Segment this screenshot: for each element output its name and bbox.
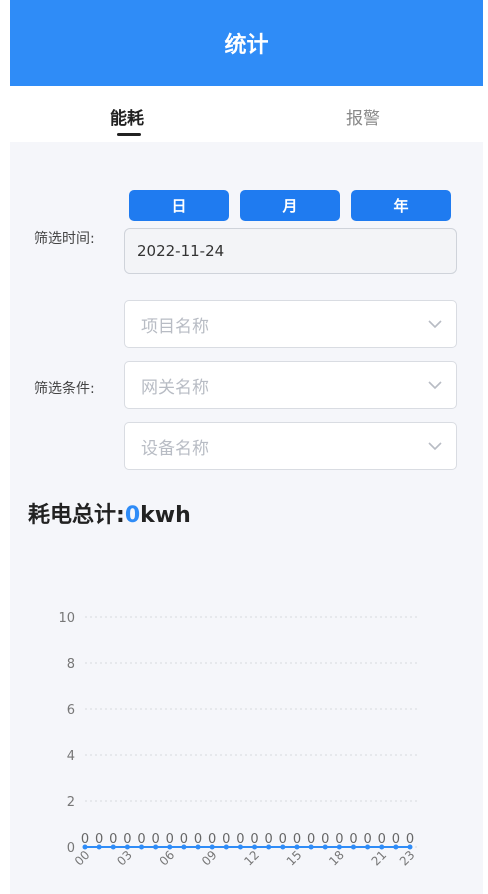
data-label: 0	[378, 832, 386, 847]
y-tick-label: 6	[67, 703, 75, 718]
filter-time-label: 筛选时间:	[34, 231, 95, 247]
x-tick-label: 21	[369, 848, 390, 869]
active-tab-indicator	[117, 133, 141, 136]
data-label: 0	[363, 832, 371, 847]
x-tick-label: 03	[114, 848, 135, 869]
data-label: 0	[265, 832, 273, 847]
data-label: 0	[137, 832, 145, 847]
tab-bar: 能耗 报警	[10, 86, 483, 142]
device-select[interactable]: 设备名称	[124, 422, 457, 470]
x-tick-label: 23	[397, 848, 418, 869]
data-label: 0	[406, 832, 414, 847]
data-label: 0	[222, 832, 230, 847]
data-label: 0	[392, 832, 400, 847]
y-tick-label: 2	[67, 795, 75, 810]
x-tick-label: 06	[157, 848, 178, 869]
period-month-button[interactable]: 月	[240, 190, 340, 221]
period-day-button[interactable]: 日	[129, 190, 229, 221]
data-label: 0	[279, 832, 287, 847]
period-year-button[interactable]: 年	[351, 190, 451, 221]
y-tick-label: 8	[67, 657, 75, 672]
data-label: 0	[123, 832, 131, 847]
device-select-placeholder: 设备名称	[141, 438, 209, 459]
data-label: 0	[293, 832, 301, 847]
chevron-down-icon	[428, 442, 442, 451]
data-label: 0	[81, 832, 89, 847]
chevron-down-icon	[428, 381, 442, 390]
x-tick-label: 12	[241, 848, 262, 869]
page-title: 统计	[224, 33, 269, 58]
app-frame: 统计 能耗 报警 日 月 年 筛选时间: 2022-11-24 筛选条件: 项目…	[10, 0, 483, 894]
chevron-down-icon	[428, 320, 442, 329]
data-label: 0	[321, 832, 329, 847]
tab-alarm[interactable]: 报警	[346, 104, 380, 129]
x-tick-label: 09	[199, 848, 220, 869]
data-label: 0	[307, 832, 315, 847]
data-label: 0	[236, 832, 244, 847]
filter-condition-label: 筛选条件:	[34, 381, 95, 397]
data-label: 0	[194, 832, 202, 847]
date-value: 2022-11-24	[137, 242, 225, 260]
x-tick-label: 15	[284, 848, 305, 869]
gateway-select[interactable]: 网关名称	[124, 361, 457, 409]
data-label: 0	[250, 832, 258, 847]
data-label: 0	[152, 832, 160, 847]
data-label: 0	[349, 832, 357, 847]
energy-total-unit: kwh	[140, 503, 191, 528]
page-header: 统计	[10, 0, 483, 86]
energy-total-label: 耗电总计:	[28, 503, 125, 528]
gateway-select-placeholder: 网关名称	[141, 377, 209, 398]
data-label: 0	[180, 832, 188, 847]
data-label: 0	[95, 832, 103, 847]
tab-energy[interactable]: 能耗	[110, 104, 144, 129]
energy-total-value: 0	[124, 503, 141, 528]
y-tick-label: 4	[67, 749, 75, 764]
data-label: 0	[166, 832, 174, 847]
date-input[interactable]: 2022-11-24	[124, 228, 457, 274]
energy-total: 耗电总计:0kwh	[28, 497, 191, 529]
x-tick-label: 18	[326, 848, 347, 869]
data-label: 0	[335, 832, 343, 847]
project-select[interactable]: 项目名称	[124, 300, 457, 348]
data-label: 0	[109, 832, 117, 847]
energy-line-chart: 02468100 0 0 0 0 0 0 0 0 0 0 0 0 0 0 0 0 0 0 0 0 0 0 000 03 06 09 1…	[58, 611, 420, 869]
data-label: 0	[208, 832, 216, 847]
y-tick-label: 10	[58, 611, 75, 626]
y-tick-label: 0	[67, 841, 75, 856]
project-select-placeholder: 项目名称	[141, 316, 209, 337]
